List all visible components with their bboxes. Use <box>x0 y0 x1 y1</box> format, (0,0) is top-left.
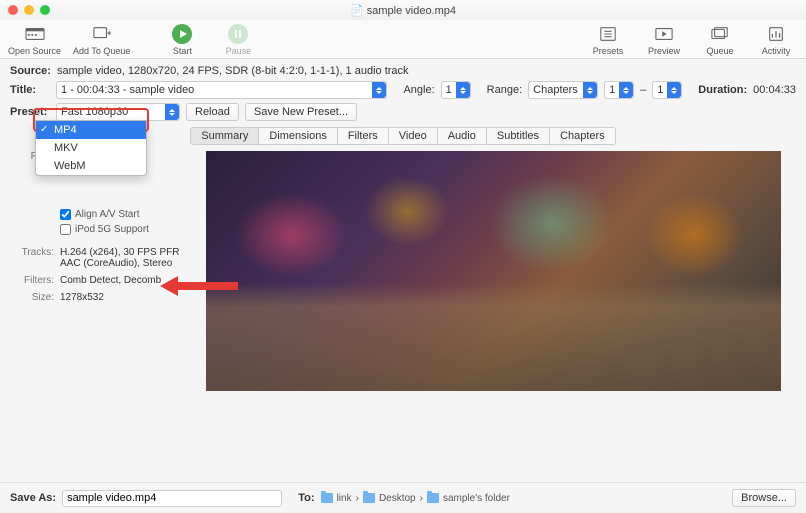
start-label: Start <box>173 46 192 56</box>
format-option-webm[interactable]: WebM <box>36 157 146 175</box>
window-controls <box>8 5 50 15</box>
filters-label: Filters: <box>16 275 60 286</box>
format-menu: MP4 MKV WebM <box>35 120 147 176</box>
folder-icon <box>363 493 375 503</box>
ipod-checkbox[interactable]: iPod 5G Support <box>60 224 186 235</box>
source-label: Source: <box>10 65 51 77</box>
toolbar: Open Source Add To Queue Start Pause Pre… <box>0 20 806 59</box>
open-source-label: Open Source <box>8 46 61 56</box>
to-label: To: <box>298 492 314 504</box>
reload-button[interactable]: Reload <box>186 103 239 121</box>
format-dropdown: MP4 MKV WebM <box>35 120 163 176</box>
save-new-preset-button[interactable]: Save New Preset... <box>245 103 357 121</box>
summary-sidebar: Form Align A/V Start iPod 5G Support Tra… <box>16 151 186 391</box>
preview-icon <box>652 24 676 44</box>
annotation-arrow <box>160 274 240 298</box>
title-select[interactable]: 1 - 00:04:33 - sample video <box>56 81 387 99</box>
pause-label: Pause <box>226 46 252 56</box>
align-av-checkbox[interactable]: Align A/V Start <box>60 209 186 220</box>
tracks-label: Tracks: <box>16 247 60 269</box>
titlebar: 📄 sample video.mp4 <box>0 0 806 20</box>
preset-select[interactable]: Fast 1080p30 <box>56 103 180 121</box>
preview-pane <box>196 151 790 391</box>
saveas-input[interactable] <box>62 490 282 507</box>
activity-icon <box>764 24 788 44</box>
activity-button[interactable]: Activity <box>754 24 798 56</box>
pause-button[interactable]: Pause <box>216 24 260 56</box>
tab-dimensions[interactable]: Dimensions <box>259 127 337 145</box>
range-to-select[interactable]: 1 <box>652 81 682 99</box>
saveas-label: Save As: <box>10 492 56 504</box>
folder-icon <box>321 493 333 503</box>
range-from-select[interactable]: 1 <box>604 81 634 99</box>
close-icon[interactable] <box>8 5 18 15</box>
source-value: sample video, 1280x720, 24 FPS, SDR (8-b… <box>57 65 409 77</box>
folder-icon <box>427 493 439 503</box>
browse-button[interactable]: Browse... <box>732 489 796 507</box>
add-queue-label: Add To Queue <box>73 46 130 56</box>
play-icon <box>172 24 192 44</box>
title-row: Title: 1 - 00:04:33 - sample video Angle… <box>10 81 796 99</box>
format-option-mkv[interactable]: MKV <box>36 139 146 157</box>
presets-button[interactable]: Presets <box>586 24 630 56</box>
minimize-icon[interactable] <box>24 5 34 15</box>
range-sep: – <box>640 84 646 96</box>
preview-image <box>206 151 781 391</box>
maximize-icon[interactable] <box>40 5 50 15</box>
source-row: Source: sample video, 1280x720, 24 FPS, … <box>10 65 796 77</box>
open-source-button[interactable]: Open Source <box>8 24 61 56</box>
tab-chapters[interactable]: Chapters <box>550 127 616 145</box>
tracks-value: H.264 (x264), 30 FPS PFR AAC (CoreAudio)… <box>60 247 186 269</box>
tab-filters[interactable]: Filters <box>338 127 389 145</box>
size-label: Size: <box>16 292 60 303</box>
angle-label: Angle: <box>403 84 434 96</box>
preset-label: Preset: <box>10 106 50 118</box>
range-type-select[interactable]: Chapters <box>528 81 598 99</box>
preview-button[interactable]: Preview <box>642 24 686 56</box>
format-option-mp4[interactable]: MP4 <box>36 121 146 139</box>
angle-select[interactable]: 1 <box>441 81 471 99</box>
tab-video[interactable]: Video <box>389 127 438 145</box>
add-to-queue-button[interactable]: Add To Queue <box>73 24 130 56</box>
preset-row: Preset: Fast 1080p30 Reload Save New Pre… <box>10 103 796 121</box>
tab-audio[interactable]: Audio <box>438 127 487 145</box>
queue-icon <box>708 24 732 44</box>
footer: Save As: To: link› Desktop› sample's fol… <box>0 482 806 513</box>
queue-button[interactable]: Queue <box>698 24 742 56</box>
destination-breadcrumb[interactable]: link› Desktop› sample's folder <box>321 493 510 504</box>
queue-label: Queue <box>706 46 733 56</box>
presets-label: Presets <box>593 46 624 56</box>
window-title: 📄 sample video.mp4 <box>350 4 456 17</box>
start-button[interactable]: Start <box>160 24 204 56</box>
duration-value: 00:04:33 <box>753 84 796 96</box>
add-queue-icon <box>90 24 114 44</box>
title-label: Title: <box>10 84 50 96</box>
pause-icon <box>228 24 248 44</box>
presets-icon <box>596 24 620 44</box>
tab-summary[interactable]: Summary <box>190 127 259 145</box>
range-label: Range: <box>487 84 522 96</box>
preview-label: Preview <box>648 46 680 56</box>
activity-label: Activity <box>762 46 791 56</box>
open-source-icon <box>23 24 47 44</box>
duration-label: Duration: <box>698 84 747 96</box>
tab-subtitles[interactable]: Subtitles <box>487 127 550 145</box>
